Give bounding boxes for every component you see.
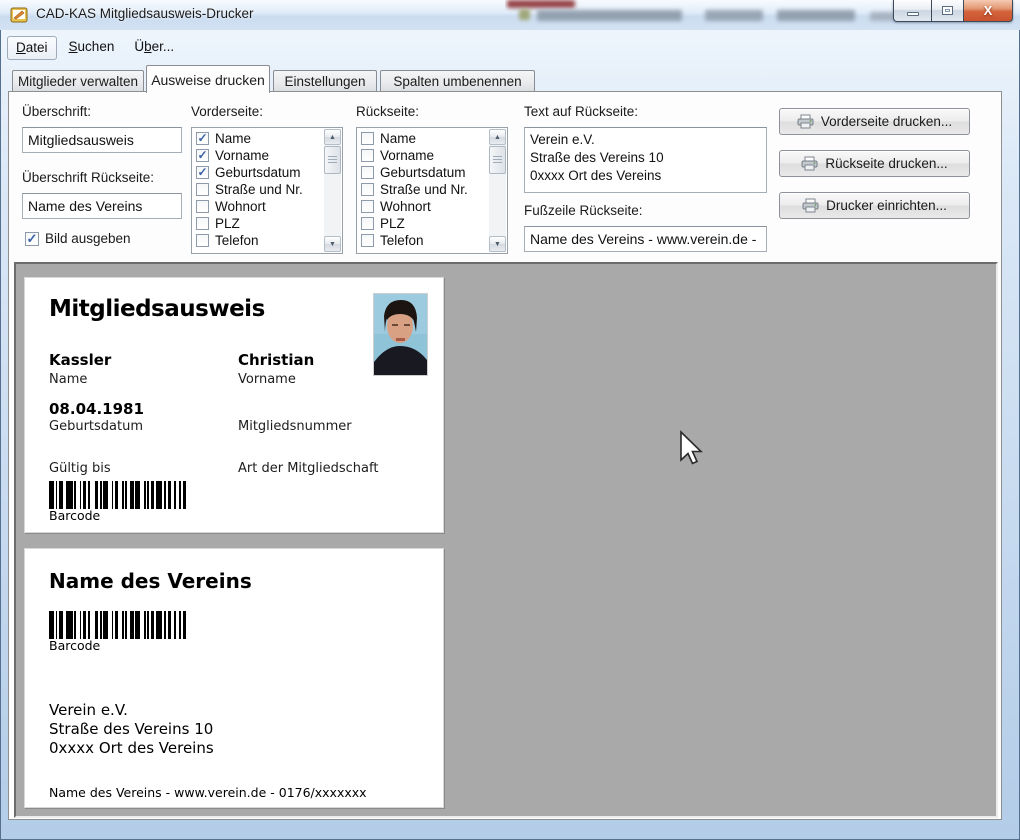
card-front-preview: Mitgliedsausweis Kassler Name Christian … [24, 277, 444, 533]
list-option-wohnort[interactable]: Wohnort [359, 198, 489, 215]
checkbox-checked-icon[interactable]: ✓ [25, 232, 39, 246]
printer-icon [797, 114, 814, 129]
window-title: CAD-KAS Mitgliedsausweis-Drucker [36, 6, 254, 21]
tab-einstellungen[interactable]: Einstellungen [273, 70, 377, 92]
list-option-vorname[interactable]: Vorname [359, 147, 489, 164]
checkbox-icon[interactable] [196, 217, 209, 230]
list-option-wohnort[interactable]: Wohnort [194, 198, 324, 215]
scroll-thumb[interactable] [324, 146, 341, 174]
vorderseite-listbox[interactable]: ✓Name✓Vorname✓GeburtsdatumStraße und Nr.… [191, 127, 343, 254]
tab-ausweise-drucken[interactable]: Ausweise drucken [146, 65, 270, 93]
barcode [49, 611, 231, 639]
close-icon: X [984, 3, 993, 18]
list-option-stra-e-und-nr-[interactable]: Straße und Nr. [359, 181, 489, 198]
checkbox-icon[interactable] [196, 200, 209, 213]
list-option-name[interactable]: Name [359, 130, 489, 147]
list-option-vorname[interactable]: ✓Vorname [194, 147, 324, 164]
drucker-einrichten-button[interactable]: Drucker einrichten... [779, 192, 970, 219]
scroll-up-icon[interactable]: ▲ [324, 129, 341, 145]
text-rueckseite-label: Text auf Rückseite: [524, 104, 638, 119]
checkbox-icon[interactable] [361, 132, 374, 145]
checkbox-icon[interactable] [361, 200, 374, 213]
list-option-telefon[interactable]: Telefon [194, 232, 324, 249]
ueberschrift-rueckseite-label: Überschrift Rückseite: [22, 170, 154, 185]
barcode-label: Barcode [49, 638, 100, 653]
list-option-stra-e-und-nr-[interactable]: Straße und Nr. [194, 181, 324, 198]
list-option-plz[interactable]: PLZ [194, 215, 324, 232]
checkbox-checked-icon[interactable]: ✓ [196, 149, 209, 162]
ueberschrift-input[interactable] [22, 127, 182, 153]
geburtsdatum-value: 08.04.1981 [49, 400, 144, 418]
scroll-up-icon[interactable]: ▲ [489, 129, 506, 145]
window-controls: X [893, 0, 1013, 22]
rueckseite-listbox[interactable]: NameVornameGeburtsdatumStraße und Nr.Woh… [356, 127, 508, 254]
tab-spalten-umbenennen[interactable]: Spalten umbenennen [380, 70, 535, 92]
fusszeile-label: Fußzeile Rückseite: [524, 203, 643, 218]
geburtsdatum-label: Geburtsdatum [49, 419, 143, 434]
scroll-thumb[interactable] [489, 146, 506, 174]
scroll-down-icon[interactable]: ▼ [489, 236, 506, 252]
close-button[interactable]: X [963, 0, 1013, 22]
card-front-title: Mitgliedsausweis [49, 296, 265, 322]
bild-ausgeben-checkbox[interactable]: ✓ Bild ausgeben [25, 231, 131, 246]
barcode [49, 481, 231, 509]
menu-item-ber[interactable]: Über... [126, 36, 182, 60]
name-label: Name [49, 372, 87, 387]
vorderseite-drucken-button[interactable]: Vorderseite drucken... [779, 108, 970, 135]
art-der-mitgliedschaft-label: Art der Mitgliedschaft [238, 461, 378, 476]
member-photo [373, 293, 428, 376]
background-window [505, 0, 900, 27]
checkbox-icon[interactable] [361, 217, 374, 230]
menu-item-suchen[interactable]: Suchen [61, 36, 123, 60]
verein-address: Verein e.V. Straße des Vereins 10 0xxxx … [49, 701, 214, 758]
vorname-value: Christian [238, 351, 314, 369]
barcode-label: Barcode [49, 508, 100, 523]
list-option-name[interactable]: ✓Name [194, 130, 324, 147]
list-option-plz[interactable]: PLZ [359, 215, 489, 232]
checkbox-icon[interactable] [361, 234, 374, 247]
tab-mitglieder-verwalten[interactable]: Mitglieder verwalten [12, 70, 144, 92]
printer-icon [801, 156, 818, 171]
vorname-label: Vorname [238, 372, 296, 387]
printer-icon [802, 198, 819, 213]
list-option-geburtsdatum[interactable]: Geburtsdatum [359, 164, 489, 181]
text-rueckseite-textarea[interactable]: Verein e.V. Straße des Vereins 10 0xxxx … [524, 127, 767, 193]
app-window: CAD-KAS Mitgliedsausweis-Drucker X Datei… [0, 0, 1020, 840]
mitgliedsnummer-label: Mitgliedsnummer [238, 419, 352, 434]
card-back-title: Name des Vereins [49, 569, 252, 593]
minimize-button[interactable] [893, 0, 932, 22]
menu-bar: DateiSuchenÜber... [7, 36, 182, 60]
ueberschrift-label: Überschrift: [22, 104, 91, 119]
app-icon [10, 6, 29, 24]
minimize-icon [907, 12, 919, 16]
ueberschrift-rueckseite-input[interactable] [22, 193, 182, 219]
name-value: Kassler [49, 351, 111, 369]
rueckseite-drucken-button[interactable]: Rückseite drucken... [779, 150, 970, 177]
checkbox-icon[interactable] [361, 183, 374, 196]
card-back-preview: Name des Vereins Barcode Verein e.V. Str… [24, 548, 444, 808]
list-option-geburtsdatum[interactable]: ✓Geburtsdatum [194, 164, 324, 181]
gueltig-bis-label: Gültig bis [49, 461, 111, 476]
maximize-icon [942, 6, 953, 15]
mouse-cursor [678, 430, 706, 475]
checkbox-icon[interactable] [196, 234, 209, 247]
fusszeile-input[interactable] [524, 226, 767, 252]
scrollbar[interactable]: ▲ ▼ [324, 129, 341, 252]
rueckseite-label: Rückseite: [356, 104, 419, 119]
menu-item-datei[interactable]: Datei [7, 36, 57, 60]
maximize-button[interactable] [932, 0, 963, 22]
scrollbar[interactable]: ▲ ▼ [489, 129, 506, 252]
vorderseite-label: Vorderseite: [191, 104, 263, 119]
checkbox-icon[interactable] [361, 166, 374, 179]
checkbox-icon[interactable] [361, 149, 374, 162]
checkbox-checked-icon[interactable]: ✓ [196, 166, 209, 179]
bild-ausgeben-label: Bild ausgeben [45, 231, 131, 246]
checkbox-icon[interactable] [196, 183, 209, 196]
list-option-telefon[interactable]: Telefon [359, 232, 489, 249]
title-bar[interactable]: CAD-KAS Mitgliedsausweis-Drucker X [0, 0, 1020, 30]
checkbox-checked-icon[interactable]: ✓ [196, 132, 209, 145]
scroll-down-icon[interactable]: ▼ [324, 236, 341, 252]
card-back-footer: Name des Vereins - www.verein.de - 0176/… [49, 785, 367, 800]
